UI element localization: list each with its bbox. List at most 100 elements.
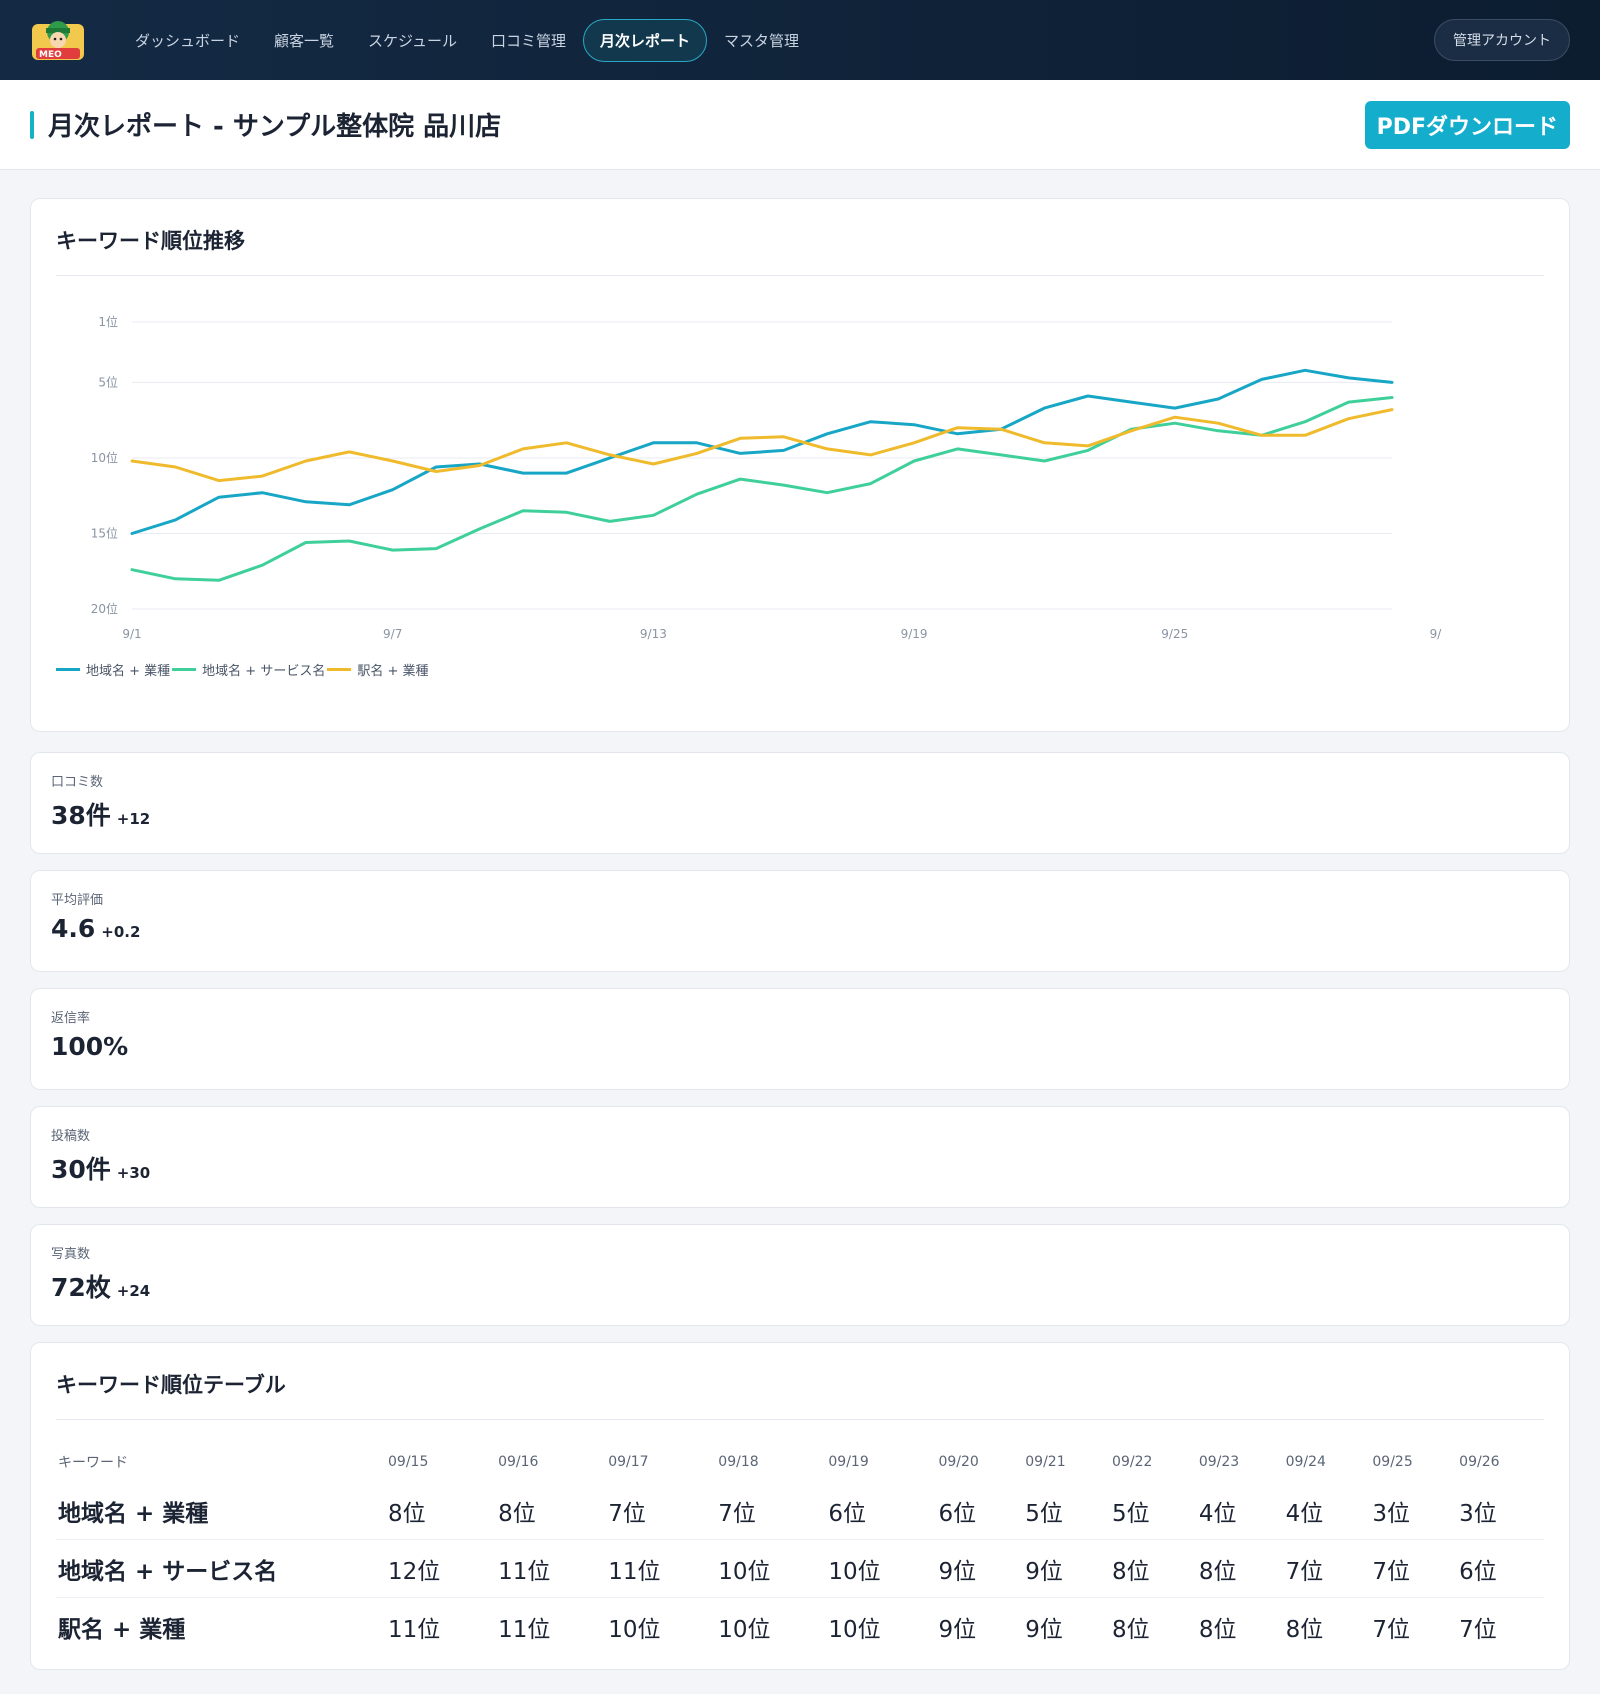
- nav-item-dashboard[interactable]: ダッシュボード: [118, 19, 257, 62]
- stat-value: 72枚: [51, 1273, 111, 1302]
- column-header-keyword: キーワード: [58, 1455, 128, 1471]
- stat-value: 100%: [51, 1032, 129, 1061]
- column-header-date: 09/22: [1112, 1454, 1153, 1470]
- rank-cell: 4位: [1198, 1501, 1237, 1527]
- meo-mascot-logo[interactable]: MEO: [30, 16, 86, 64]
- column-header-date: 09/17: [608, 1454, 649, 1470]
- keyword-cell: 地域名 + サービス名: [56, 1539, 386, 1598]
- rank-cell: 12位: [386, 1539, 497, 1598]
- column-header-date: 09/16: [498, 1454, 539, 1470]
- rank-cell: 6位: [1457, 1539, 1544, 1598]
- keyword-cell: 地域名 + 業種: [58, 1501, 209, 1527]
- rank-cell: 10位: [606, 1597, 717, 1655]
- stat-value: 30件: [51, 1155, 111, 1184]
- nav-item-master[interactable]: マスタ管理: [707, 19, 816, 62]
- logo-text: MEO: [39, 50, 62, 60]
- rank-cell: 10位: [716, 1539, 827, 1598]
- x-tick-label: 9/19: [901, 627, 928, 641]
- rank-cell: 7位: [1370, 1597, 1458, 1655]
- rank-cell: 11位: [496, 1597, 607, 1655]
- nav-item-customers[interactable]: 顧客一覧: [257, 19, 351, 62]
- column-header-date: 09/20: [938, 1454, 979, 1470]
- legend-item[interactable]: 地域名 + 業種: [56, 660, 172, 679]
- legend-item[interactable]: 駅名 + 業種: [327, 660, 430, 679]
- x-tick-label: 9/13: [640, 627, 667, 641]
- x-tick-label: 9/25: [1161, 627, 1188, 641]
- legend-label: 地域名 + 業種: [86, 664, 171, 679]
- stat-card-reviews: 口コミ数 38件 +12: [30, 752, 1570, 854]
- column-header-date: 09/25: [1372, 1454, 1413, 1470]
- table-header-row: キーワード 09/15 09/16 09/17 09/18 09/19 09/20 09/21…: [56, 1444, 1544, 1482]
- nav-item-reviews[interactable]: 口コミ管理: [474, 19, 583, 62]
- rank-cell: 7位: [608, 1501, 646, 1527]
- stat-label: 返信率: [51, 1011, 91, 1026]
- page-header: 月次レポート - サンプル整体院 品川店 PDFダウンロード: [0, 80, 1600, 170]
- top-navigation: MEO ダッシュボード 顧客一覧 スケジュール 口コミ管理 月次レポート マスタ…: [0, 0, 1600, 80]
- column-header-date: 09/23: [1198, 1454, 1240, 1470]
- chart-legend: 地域名 + 業種 地域名 + サービス名 駅名 + 業種: [56, 660, 1544, 679]
- stat-label: 投稿数: [51, 1129, 91, 1144]
- rank-cell: 8位: [1283, 1597, 1371, 1655]
- stat-label: 写真数: [51, 1247, 91, 1262]
- series-line: [130, 368, 1394, 535]
- stat-card-posts: 投稿数 30件 +30: [30, 1106, 1570, 1208]
- column-header-date: 09/18: [718, 1454, 759, 1470]
- column-header-date: 09/24: [1285, 1454, 1326, 1470]
- rank-cell: 7位: [718, 1501, 756, 1527]
- legend-label: 駅名 + 業種: [357, 664, 429, 679]
- stat-card-photos: 写真数 72枚 +24: [30, 1224, 1570, 1326]
- table-body: 地域名 + 業種 8位 8位 7位 7位 6位 6位 5位 5位 4位 4位 3位 3位 地域名 + サー…: [56, 1482, 1544, 1655]
- legend-swatch: [327, 668, 352, 671]
- nav-menu: ダッシュボード 顧客一覧 スケジュール 口コミ管理 月次レポート マスタ管理: [118, 18, 1434, 62]
- legend-swatch: [172, 668, 197, 671]
- column-header-date: 09/15: [388, 1454, 429, 1470]
- nav-item-monthly-report[interactable]: 月次レポート: [583, 18, 708, 62]
- y-tick-label: 15位: [91, 525, 118, 540]
- rank-cell: 10位: [826, 1597, 937, 1655]
- rank-cell: 8位: [1110, 1539, 1197, 1598]
- rank-cell: 8位: [1196, 1539, 1284, 1598]
- y-tick-label: 1位: [98, 314, 118, 329]
- table-row: 駅名 + 業種 11位 11位 10位 10位 10位 9位 9位 8位 8位 8位 7位 7位: [56, 1597, 1544, 1655]
- rank-cell: 8位: [498, 1501, 536, 1527]
- stat-delta: +0.2: [101, 923, 141, 941]
- keyword-cell: 駅名 + 業種: [56, 1597, 386, 1655]
- rank-cell: 8位: [1196, 1597, 1284, 1655]
- stat-card-average-rating: 平均評価 4.6 +0.2: [30, 870, 1570, 972]
- stat-delta: +12: [116, 810, 151, 828]
- rank-cell: 9位: [936, 1597, 1024, 1655]
- table-row: 地域名 + 業種 8位 8位 7位 7位 6位 6位 5位 5位 4位 4位 3位 3位: [56, 1482, 1544, 1540]
- x-tick-label: 9/: [1430, 627, 1443, 641]
- keyword-rank-chart-card: キーワード順位推移 1位 5位 10位 15位 20位 9/1 9/7 9/13 9/19 9/2…: [30, 198, 1570, 732]
- rank-cell: 7位: [1370, 1539, 1458, 1598]
- rank-cell: 11位: [496, 1539, 607, 1598]
- keyword-rank-table-card: キーワード順位テーブル キーワード 09/15 09/16 09/17 09/18 09/…: [30, 1342, 1570, 1670]
- y-tick-label: 20位: [91, 601, 118, 616]
- rank-cell: 5位: [1025, 1501, 1063, 1527]
- rank-cell: 9位: [936, 1539, 1024, 1598]
- rank-cell: 3位: [1459, 1501, 1497, 1527]
- stat-value: 38件: [51, 801, 111, 830]
- series-line: [130, 396, 1394, 582]
- stat-label: 平均評価: [51, 893, 104, 908]
- rank-cell: 8位: [1110, 1597, 1197, 1655]
- stat-label: 口コミ数: [51, 775, 104, 790]
- rank-cell: 3位: [1372, 1501, 1411, 1527]
- account-button[interactable]: 管理アカウント: [1434, 19, 1570, 61]
- rank-cell: 7位: [1283, 1539, 1371, 1598]
- table-row: 地域名 + サービス名 12位 11位 11位 10位 10位 9位 9位 8位 8位 7位 7位 6位: [56, 1539, 1544, 1598]
- stat-card-reply-rate: 返信率 100%: [30, 988, 1570, 1090]
- pdf-download-button[interactable]: PDFダウンロード: [1364, 100, 1570, 149]
- rank-cell: 8位: [388, 1501, 426, 1527]
- rank-cell: 11位: [386, 1597, 497, 1655]
- title-accent-bar: [30, 110, 34, 139]
- rank-cell: 9位: [1023, 1539, 1111, 1598]
- chart-title: キーワード順位推移: [56, 225, 1544, 276]
- rank-cell: 9位: [1023, 1597, 1111, 1655]
- column-header-date: 09/19: [828, 1454, 869, 1470]
- table-title: キーワード順位テーブル: [56, 1369, 1544, 1420]
- nav-item-schedule[interactable]: スケジュール: [351, 19, 474, 62]
- legend-item[interactable]: 地域名 + サービス名: [172, 660, 327, 679]
- stat-value: 4.6: [51, 914, 96, 943]
- stat-delta: +24: [116, 1282, 151, 1300]
